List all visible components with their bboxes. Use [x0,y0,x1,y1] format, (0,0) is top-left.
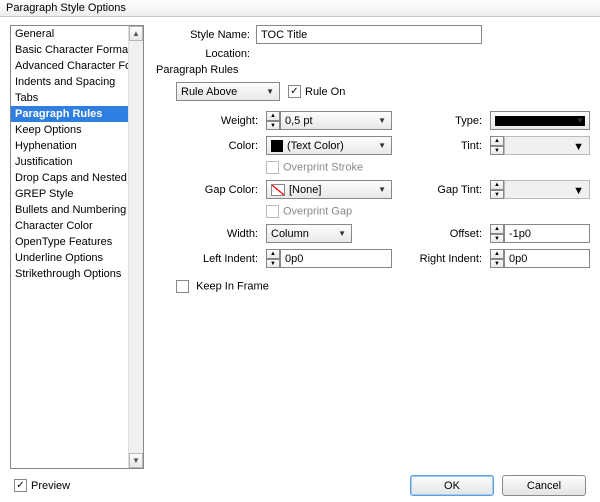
main-panel: Style Name: Location: Paragraph Rules Ru… [144,25,590,469]
sidebar-item[interactable]: OpenType Features [11,234,128,250]
scroll-track[interactable] [129,41,143,453]
weight-field[interactable]: ▲▼ 0,5 pt▼ [266,111,392,130]
rule-position-select[interactable]: Rule Above▼ [176,82,280,101]
sidebar-item[interactable]: Basic Character Formats [11,42,128,58]
gap-color-select[interactable]: [None]▼ [266,180,392,199]
sidebar-item[interactable]: Character Color [11,218,128,234]
left-indent-label: Left Indent: [176,253,260,265]
width-label: Width: [176,228,260,240]
overprint-stroke-label: Overprint Stroke [283,162,363,174]
right-indent-label: Right Indent: [398,253,484,265]
sidebar-item[interactable]: Underline Options [11,250,128,266]
sidebar-item[interactable]: Strikethrough Options [11,266,128,282]
swatch-none-icon [271,184,285,196]
titlebar[interactable]: Paragraph Style Options [0,0,600,17]
sidebar-item[interactable]: Tabs [11,90,128,106]
sidebar-item[interactable]: Advanced Character Formats [11,58,128,74]
keep-in-frame-label: Keep In Frame [196,281,269,293]
sidebar-item[interactable]: Hyphenation [11,138,128,154]
window-title: Paragraph Style Options [6,2,126,14]
tint-label: Tint: [398,140,484,152]
style-name-label: Style Name: [156,29,256,41]
footer: Preview OK Cancel [0,469,600,502]
left-indent-field[interactable]: ▲▼ [266,249,392,268]
type-select[interactable]: ▼ [490,111,590,130]
offset-field[interactable]: ▲▼ [490,224,590,243]
color-select[interactable]: (Text Color)▼ [266,136,392,155]
swatch-black-icon [271,140,283,152]
offset-label: Offset: [398,228,484,240]
sidebar-scrollbar[interactable]: ▲ ▼ [128,26,143,468]
preview-label: Preview [31,480,70,492]
sidebar-item[interactable]: Justification [11,154,128,170]
width-select[interactable]: Column▼ [266,224,352,243]
sidebar-item[interactable]: Bullets and Numbering [11,202,128,218]
paragraph-style-options-dialog: Paragraph Style Options GeneralBasic Cha… [0,0,600,502]
gap-tint-label: Gap Tint: [398,184,484,196]
scroll-up-button[interactable]: ▲ [129,26,143,41]
tint-field: ▲▼ ▼ [490,136,590,155]
sidebar-item[interactable]: General [11,26,128,42]
preview-checkbox[interactable] [14,479,27,492]
sidebar-item[interactable]: Keep Options [11,122,128,138]
weight-label: Weight: [176,115,260,127]
scroll-down-button[interactable]: ▼ [129,453,143,468]
gap-color-label: Gap Color: [176,184,260,196]
style-name-input[interactable] [256,25,482,44]
rule-on-label: Rule On [305,86,345,98]
sidebar-item[interactable]: GREP Style [11,186,128,202]
gap-tint-field: ▲▼ ▼ [490,180,590,199]
sidebar: GeneralBasic Character FormatsAdvanced C… [10,25,144,469]
ok-button[interactable]: OK [410,475,494,496]
type-label: Type: [398,115,484,127]
sidebar-item[interactable]: Paragraph Rules [11,106,128,122]
cancel-button[interactable]: Cancel [502,475,586,496]
sidebar-item[interactable]: Drop Caps and Nested Styles [11,170,128,186]
color-label: Color: [176,140,260,152]
overprint-stroke-checkbox [266,161,279,174]
location-label: Location: [156,48,256,60]
overprint-gap-checkbox [266,205,279,218]
sidebar-item[interactable]: Indents and Spacing [11,74,128,90]
keep-in-frame-checkbox[interactable] [176,280,189,293]
right-indent-field[interactable]: ▲▼ [490,249,590,268]
section-title: Paragraph Rules [156,64,590,76]
overprint-gap-label: Overprint Gap [283,206,352,218]
rule-on-checkbox[interactable] [288,85,301,98]
